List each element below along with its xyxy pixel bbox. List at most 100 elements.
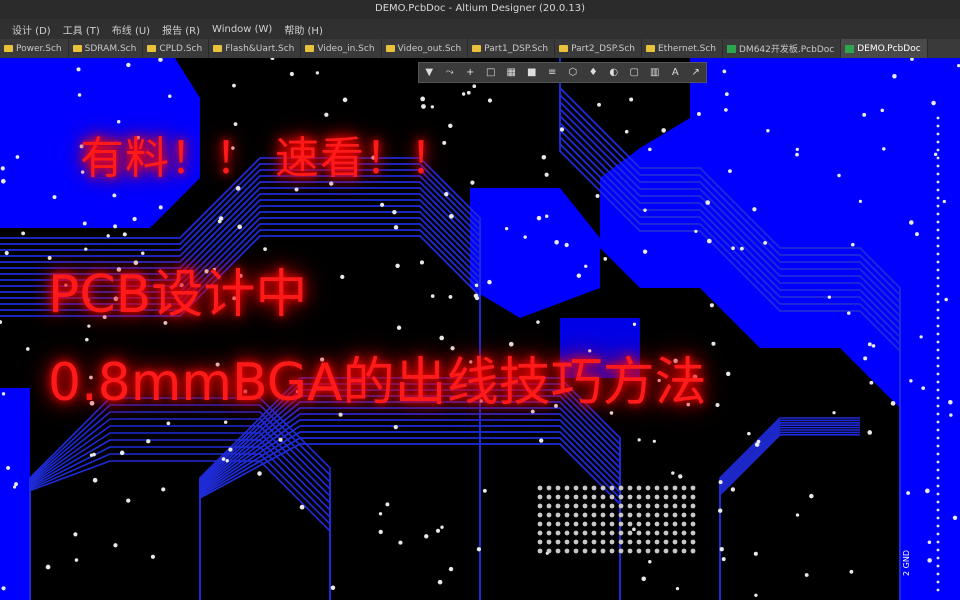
bga-pad [609, 512, 615, 518]
trace [719, 419, 860, 600]
plus-icon[interactable]: + [463, 66, 477, 79]
align-icon[interactable]: ≡ [545, 66, 559, 79]
tab-dm642-pcbdoc[interactable]: DM642开发板.PcbDoc [723, 39, 842, 58]
folder-icon [72, 45, 82, 52]
via [924, 488, 930, 494]
promo-headline: 有料！！ 速看！！ [80, 133, 455, 184]
tab-part2-dsp-sch[interactable]: Part2_DSP.Sch [555, 39, 642, 58]
tab-video-out-sch[interactable]: Video_out.Sch [382, 39, 469, 58]
filter-icon[interactable]: ▼ [422, 66, 436, 79]
folder-icon [4, 45, 13, 52]
via [936, 452, 940, 456]
via [936, 500, 940, 504]
trace [199, 383, 621, 600]
bga-pad [672, 503, 678, 509]
bga-pad [690, 512, 696, 518]
via [936, 140, 940, 144]
tab-power-sch[interactable]: Power.Sch [0, 39, 69, 58]
rect-icon[interactable]: □ [484, 66, 498, 79]
promo-title-line2: 0.8mmBGA的出线技巧方法 [48, 353, 707, 413]
via [74, 558, 79, 562]
bga-pad [645, 548, 651, 554]
via [709, 303, 714, 308]
via [661, 128, 666, 133]
via [936, 436, 940, 440]
via [936, 132, 940, 136]
via [559, 127, 565, 132]
route-icon[interactable]: ⤳ [443, 66, 457, 79]
pin-icon[interactable]: ♦ [586, 66, 600, 79]
via [858, 199, 863, 203]
via [77, 93, 82, 97]
chart-icon[interactable]: ▥ [648, 66, 662, 79]
bga-pad [690, 521, 696, 527]
menu-tools[interactable]: 工具 (T) [63, 22, 100, 37]
bga-pad [690, 530, 696, 536]
bga-pad [591, 512, 597, 518]
tab-ethernet-sch[interactable]: Ethernet.Sch [642, 39, 723, 58]
bga-pad [609, 548, 615, 554]
menu-reports[interactable]: 报告 (R) [162, 22, 200, 37]
via [52, 195, 57, 200]
trace [29, 425, 331, 600]
bga-pad [681, 548, 687, 554]
menu-route[interactable]: 布线 (U) [112, 22, 150, 37]
bga-pad [582, 485, 588, 491]
pcb-icon [727, 44, 736, 53]
tab-sdram-sch[interactable]: SDRAM.Sch [69, 39, 144, 58]
via [396, 325, 402, 330]
fill-icon[interactable]: ■ [525, 66, 539, 79]
via [731, 246, 735, 251]
tab-video-in-sch[interactable]: Video_in.Sch [301, 39, 382, 58]
bga-pad [573, 503, 579, 509]
box-icon[interactable]: ▢ [627, 66, 641, 79]
via [221, 457, 226, 461]
via [440, 525, 444, 529]
tab-demo-pcbdoc[interactable]: DEMO.PcbDoc [841, 39, 928, 58]
chip-icon[interactable]: ▦ [504, 66, 518, 79]
menu-window[interactable]: Window (W) [212, 24, 272, 35]
bga-pad [609, 539, 615, 545]
copper-pour-center [470, 188, 600, 318]
via [936, 580, 940, 584]
menu-design[interactable]: 设计 (D) [12, 22, 51, 37]
via [113, 224, 118, 229]
menu-help[interactable]: 帮助 (H) [284, 22, 323, 37]
via [849, 569, 854, 574]
via [45, 564, 51, 570]
bga-pad [636, 512, 642, 518]
bga-pad [609, 485, 615, 491]
polygon-icon[interactable]: ⬡ [566, 66, 580, 79]
dimension-icon[interactable]: ↗ [689, 66, 703, 79]
via [717, 508, 723, 513]
bga-pad [609, 530, 615, 536]
via [576, 273, 582, 278]
bga-pad [627, 494, 633, 500]
layer-label: 2 GND [902, 550, 911, 576]
via [122, 232, 127, 237]
via [880, 108, 885, 113]
bga-pad [663, 548, 669, 554]
via [430, 294, 435, 298]
via [487, 279, 492, 285]
tab-part1-dsp-sch[interactable]: Part1_DSP.Sch [468, 39, 556, 58]
tab-cpld-sch[interactable]: CPLD.Sch [143, 39, 210, 58]
via [862, 112, 867, 117]
active-bar-toolbar: ▼ ⤳ + □ ▦ ■ ≡ ⬡ ♦ ◐ ▢ ▥ A ↗ [418, 62, 707, 83]
via [21, 231, 26, 236]
text-icon[interactable]: A [668, 66, 682, 79]
via [906, 491, 911, 495]
via [936, 316, 940, 320]
via [632, 527, 636, 532]
via [637, 438, 641, 442]
color-icon[interactable]: ◐ [607, 66, 621, 79]
via [449, 213, 454, 219]
via [867, 430, 873, 435]
via [652, 439, 656, 443]
bga-pad [636, 521, 642, 527]
tab-flash-uart-sch[interactable]: Flash&Uart.Sch [209, 39, 302, 58]
via [82, 221, 87, 226]
bga-pad [537, 494, 543, 500]
bga-pad [627, 548, 633, 554]
bga-pad [591, 539, 597, 545]
